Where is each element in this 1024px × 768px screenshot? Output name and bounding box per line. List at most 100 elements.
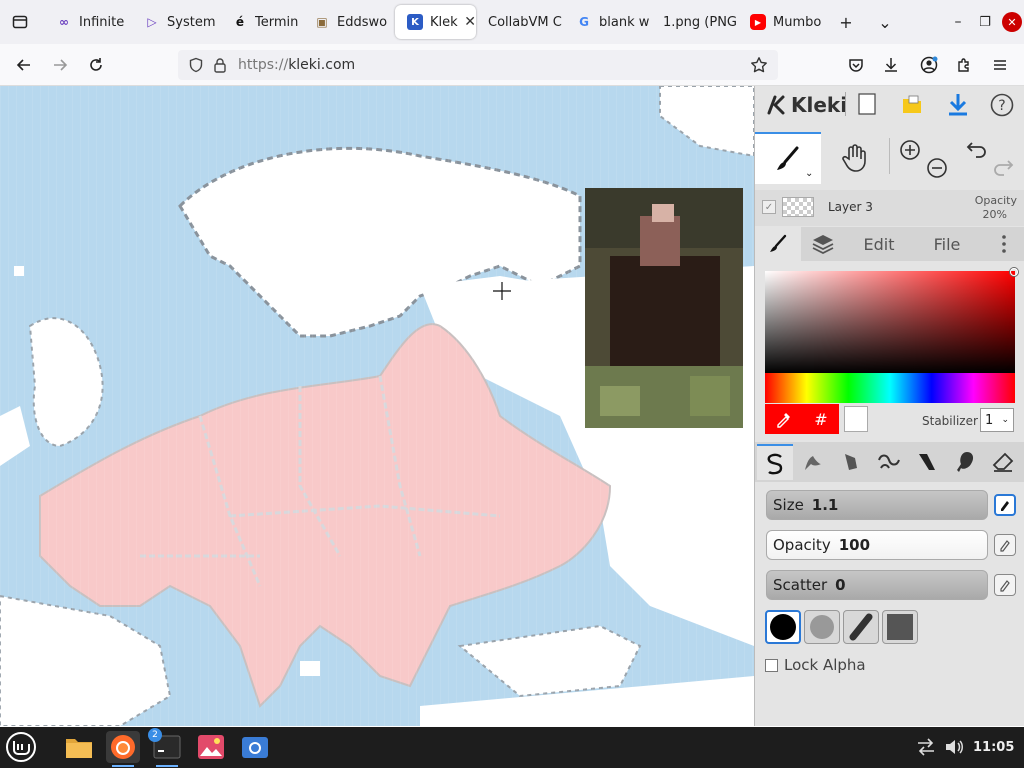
- layer-thumbnail: [782, 197, 814, 217]
- pixel-brush-button[interactable]: [871, 446, 907, 478]
- terminal-app-button[interactable]: 2: [148, 728, 184, 767]
- tab-layers[interactable]: [801, 227, 845, 261]
- round-soft-tip-button[interactable]: [804, 610, 840, 644]
- pen-brush-button[interactable]: [757, 444, 793, 480]
- drawing-canvas[interactable]: [0, 86, 754, 726]
- list-all-tabs-button[interactable]: ⌄: [869, 0, 901, 44]
- url-text[interactable]: https://kleki.com: [238, 57, 355, 73]
- play-icon: ▷: [147, 15, 157, 29]
- brush-tool-button[interactable]: ⌄: [755, 132, 821, 184]
- tab-file[interactable]: File: [913, 227, 981, 261]
- firefox-app-button[interactable]: [106, 731, 140, 767]
- tab-label: System: [167, 14, 216, 30]
- address-bar[interactable]: https://kleki.com: [178, 50, 778, 80]
- back-button[interactable]: [8, 49, 40, 81]
- files-app-button[interactable]: [62, 731, 96, 763]
- new-image-button[interactable]: [856, 92, 878, 116]
- chemy-brush-button[interactable]: [909, 446, 945, 478]
- tab-edit[interactable]: Edit: [845, 227, 913, 261]
- browser-tab[interactable]: CollabVM C: [476, 0, 564, 44]
- tab-brush[interactable]: [755, 227, 801, 261]
- browser-tab[interactable]: ▶ Mumbo: [738, 0, 822, 44]
- chisel-tip-button[interactable]: [843, 610, 879, 644]
- image-viewer-app-button[interactable]: [194, 731, 228, 763]
- scatter-pressure-toggle[interactable]: [994, 574, 1016, 596]
- secondary-color-swatch[interactable]: [844, 406, 868, 432]
- opacity-pressure-toggle[interactable]: [994, 534, 1016, 556]
- clock[interactable]: 11:05: [973, 740, 1014, 755]
- browser-tab[interactable]: K Kleki ✕: [395, 5, 476, 39]
- redo-button[interactable]: [991, 156, 1015, 180]
- more-options-button[interactable]: [989, 227, 1019, 261]
- reload-button[interactable]: [80, 49, 112, 81]
- hand-tool-button[interactable]: [835, 140, 875, 176]
- screenshot-app-button[interactable]: [238, 731, 272, 763]
- eraser-button[interactable]: [985, 446, 1021, 478]
- tab-label: Mumbo: [773, 14, 822, 30]
- browser-tab[interactable]: ▣ Eddswo: [302, 0, 395, 44]
- close-tab-icon[interactable]: ✕: [464, 14, 476, 30]
- color-cursor[interactable]: [1010, 268, 1018, 276]
- close-window-button[interactable]: ✕: [996, 0, 1024, 44]
- eyedropper-button[interactable]: [765, 404, 803, 434]
- pocket-icon: [849, 59, 863, 72]
- pen-brush-icon: [767, 453, 783, 475]
- account-button[interactable]: [913, 49, 945, 81]
- scatter-slider[interactable]: Scatter 0: [766, 570, 988, 600]
- browser-tab[interactable]: é Termin: [220, 0, 302, 44]
- blend-brush-icon: [805, 456, 821, 470]
- brush-type-row: [755, 442, 1024, 482]
- sketchy-brush-button[interactable]: [833, 446, 869, 478]
- browser-tab[interactable]: Gblank w: [564, 0, 651, 44]
- tab-label: Kleki: [430, 14, 459, 30]
- panel-tabs: Edit File: [755, 227, 1024, 261]
- layer-visibility-checkbox[interactable]: ✓: [762, 200, 776, 214]
- menu-button[interactable]: [984, 49, 1016, 81]
- kleki-logo[interactable]: Kleki: [765, 90, 847, 120]
- folder-save-icon: [903, 95, 921, 113]
- google-icon: G: [579, 15, 589, 29]
- star-icon[interactable]: [750, 56, 768, 74]
- volume-icon[interactable]: [944, 738, 964, 760]
- zoom-in-button[interactable]: [898, 138, 922, 162]
- size-slider[interactable]: Size 1.1: [766, 490, 988, 520]
- opacity-slider[interactable]: Opacity 100: [766, 530, 988, 560]
- pocket-button[interactable]: [840, 49, 872, 81]
- export-button[interactable]: [945, 92, 971, 116]
- save-button[interactable]: [899, 92, 925, 116]
- chemy-brush-icon: [919, 454, 935, 470]
- blend-brush-button[interactable]: [795, 446, 831, 478]
- undo-icon: [966, 142, 986, 158]
- zoom-out-button[interactable]: [925, 156, 949, 180]
- browser-tab[interactable]: 1.png (PNG: [651, 0, 738, 44]
- lock-alpha-toggle[interactable]: Lock Alpha: [765, 656, 866, 674]
- youtube-icon: ▶: [750, 14, 766, 30]
- photo-icon: ▣: [316, 15, 328, 29]
- hex-input-button[interactable]: #: [803, 404, 839, 434]
- shield-icon[interactable]: [188, 57, 204, 73]
- help-button[interactable]: ?: [989, 92, 1015, 118]
- lock-icon[interactable]: [212, 57, 228, 73]
- lock-alpha-checkbox[interactable]: [765, 658, 778, 672]
- extensions-button[interactable]: [948, 49, 980, 81]
- new-tab-button[interactable]: +: [830, 0, 862, 44]
- stabilizer-select[interactable]: 1 ⌄: [980, 408, 1014, 432]
- browser-tab[interactable]: ▷ System: [132, 0, 220, 44]
- hue-slider[interactable]: [765, 373, 1015, 403]
- browser-tab[interactable]: ∞ Infinite: [44, 0, 132, 44]
- stabilizer-label: Stabilizer: [922, 414, 978, 428]
- undo-button[interactable]: [965, 138, 989, 162]
- active-layer-row[interactable]: ✓ Layer 3 Opacity 20%: [755, 190, 1024, 226]
- primary-color-swatch[interactable]: #: [765, 404, 839, 434]
- size-pressure-toggle[interactable]: [994, 494, 1016, 516]
- start-menu-button[interactable]: [4, 731, 38, 763]
- color-saturation-field[interactable]: [765, 268, 1018, 373]
- smudge-brush-button[interactable]: [947, 446, 983, 478]
- downloads-button[interactable]: [875, 49, 907, 81]
- square-tip-button[interactable]: [882, 610, 918, 644]
- network-icon[interactable]: [916, 738, 936, 760]
- brush-icon: [770, 234, 787, 252]
- firefox-view-icon[interactable]: [4, 0, 36, 44]
- round-hard-tip-button[interactable]: [765, 610, 801, 644]
- forward-button[interactable]: [44, 49, 76, 81]
